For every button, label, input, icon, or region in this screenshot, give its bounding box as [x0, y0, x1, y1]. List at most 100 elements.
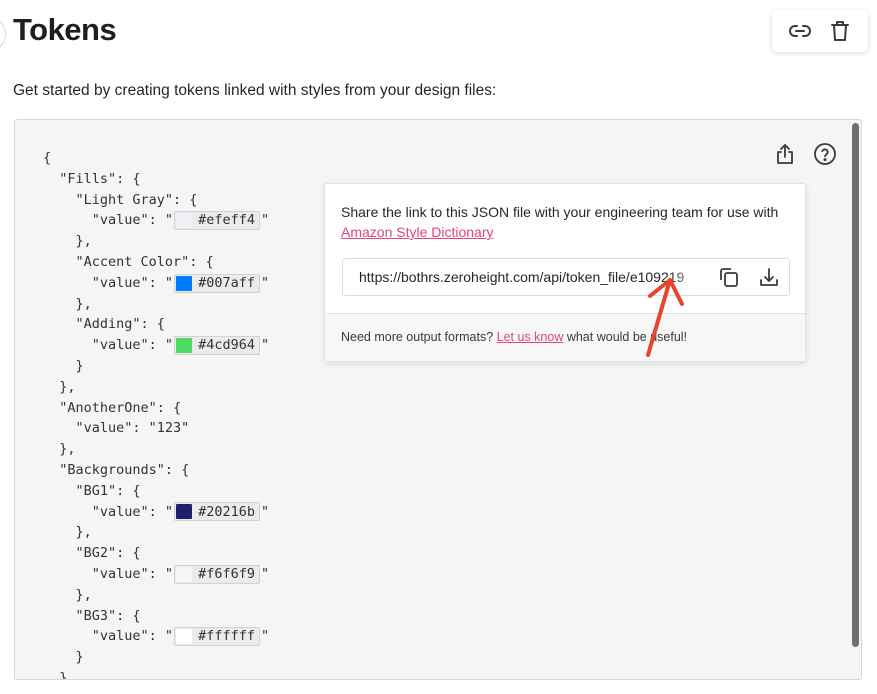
color-token-chip: #efeff4 [174, 211, 260, 231]
link-icon [789, 25, 811, 37]
color-hex-value: #f6f6f9 [198, 565, 255, 582]
code-line: "value": " #ffffff " [43, 626, 269, 647]
color-token-chip: #4cd964 [174, 336, 260, 356]
share-json-popover: Share the link to this JSON file with yo… [324, 183, 806, 362]
url-actions [717, 265, 781, 289]
copy-link-button[interactable] [787, 18, 813, 44]
color-swatch [176, 213, 193, 229]
code-line: }, [43, 522, 269, 543]
popover-description-text: Share the link to this JSON file with yo… [341, 204, 779, 220]
code-line: "Fills": { [43, 169, 269, 190]
code-text: } [75, 649, 84, 666]
code-line: "value": " #f6f6f9 " [43, 564, 269, 585]
code-text: } [75, 357, 84, 374]
code-line: "Backgrounds": { [43, 460, 269, 481]
help-button[interactable] [813, 142, 837, 166]
export-button[interactable] [773, 142, 797, 166]
code-text: "value": " [91, 503, 174, 520]
footer-text: Need more output formats? [341, 330, 497, 344]
back-button[interactable] [0, 16, 6, 52]
copy-url-button[interactable] [717, 265, 741, 289]
code-line: "BG3": { [43, 606, 269, 627]
code-line: }, [43, 439, 269, 460]
footer-text-suffix: what would be useful! [563, 330, 688, 344]
popover-description: Share the link to this JSON file with yo… [341, 202, 791, 242]
popover-footer: Need more output formats? Let us know wh… [325, 313, 805, 361]
color-token-chip: #20216b [174, 502, 260, 522]
code-text: }, [75, 295, 92, 312]
code-text: "Backgrounds": { [59, 461, 190, 478]
code-text: "value": " [91, 212, 174, 229]
code-text: " [260, 337, 270, 354]
code-line: "AnotherOne": { [43, 398, 269, 419]
token-file-url-input[interactable] [343, 259, 713, 295]
trash-icon [831, 21, 849, 41]
page-title: Tokens [13, 12, 117, 47]
code-line: "value": " #efeff4 " [43, 210, 269, 231]
code-text: "Adding": { [75, 316, 165, 333]
delete-button[interactable] [827, 18, 853, 44]
code-line: }, [43, 377, 269, 398]
code-text: " [260, 274, 270, 291]
url-field-container [342, 258, 790, 296]
json-code: { "Fills": { "Light Gray": { "value": " #… [43, 148, 269, 679]
color-swatch [176, 275, 193, 291]
code-text: }, [59, 441, 76, 458]
code-text: "value": " [91, 628, 174, 645]
code-text: "value": " [91, 274, 174, 291]
code-line: } [43, 647, 269, 668]
vertical-scrollbar[interactable] [852, 123, 859, 647]
code-line: "Light Gray": { [43, 190, 269, 211]
code-line: "value": " #007aff " [43, 273, 269, 294]
code-text: }, [75, 586, 92, 603]
amazon-style-dictionary-link[interactable]: Amazon Style Dictionary [341, 224, 494, 240]
download-button[interactable] [757, 265, 781, 289]
color-swatch [176, 629, 193, 645]
color-hex-value: #4cd964 [198, 337, 255, 354]
code-text: "AnotherOne": { [59, 399, 182, 416]
color-hex-value: #007aff [198, 274, 255, 291]
color-token-chip: #007aff [174, 273, 260, 293]
code-line: "value": "123" [43, 418, 269, 439]
code-text: }, [75, 233, 92, 250]
code-panel-toolbar [773, 142, 837, 166]
code-text: " [260, 212, 270, 229]
code-line: "value": " #4cd964 " [43, 335, 269, 356]
code-line: }, [43, 294, 269, 315]
code-text: { [43, 150, 52, 166]
code-text: "BG3": { [75, 607, 141, 624]
code-text: "value": "123" [75, 420, 190, 437]
tokens-page: Tokens Get started by creating tokens li… [0, 0, 877, 694]
share-upload-icon [777, 144, 793, 164]
color-hex-value: #ffffff [198, 628, 255, 645]
code-text: "BG1": { [75, 482, 141, 499]
code-text: "value": " [91, 337, 174, 354]
header-actions [772, 10, 868, 52]
download-icon [760, 268, 778, 286]
color-swatch [176, 338, 193, 354]
code-text: "BG2": { [75, 545, 141, 562]
code-line: }, [43, 231, 269, 252]
code-text: }, [75, 524, 92, 541]
code-line: "Adding": { [43, 314, 269, 335]
let-us-know-link[interactable]: Let us know [497, 330, 564, 344]
code-line: "BG2": { [43, 543, 269, 564]
code-text: "Accent Color": { [75, 253, 214, 270]
color-swatch [176, 566, 193, 582]
